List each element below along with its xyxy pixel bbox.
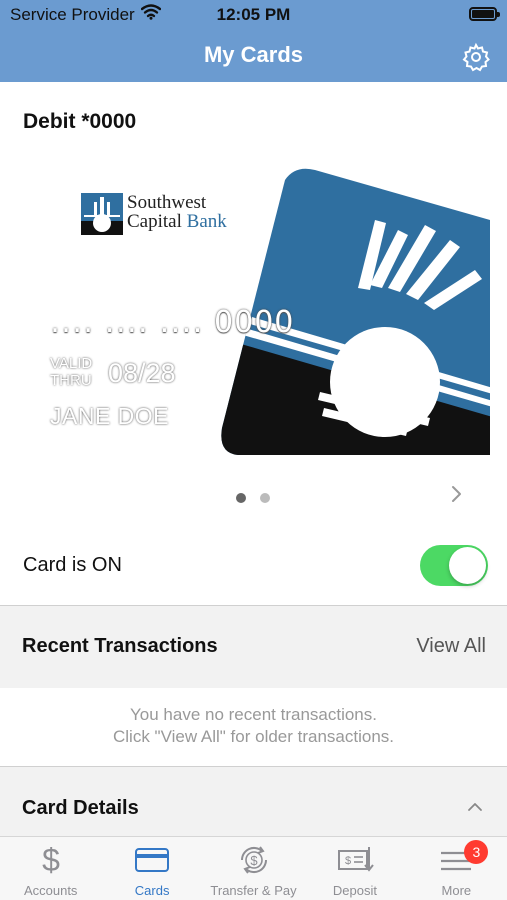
- toggle-knob: [449, 547, 486, 584]
- transfer-icon: $: [240, 846, 267, 874]
- chevron-right-icon[interactable]: [449, 484, 465, 504]
- status-bar: Service Provider 12:05 PM: [0, 0, 507, 30]
- card-number: ․․․․ ․․․․ ․․․․ 0000: [50, 305, 295, 340]
- card-holder-name: JANE DOE: [50, 403, 170, 429]
- tab-more[interactable]: 3 More: [406, 837, 507, 900]
- debit-card-image[interactable]: Southwest Capital Bank ․․․․ ․․․․ ․․․․ 00…: [40, 160, 490, 470]
- nav-bar: My Cards: [0, 30, 507, 82]
- card-status-label: Card is ON: [23, 554, 122, 576]
- dollar-icon: $: [42, 843, 60, 877]
- recent-transactions-title: Recent Transactions: [22, 635, 218, 657]
- card-details-title: Card Details: [22, 797, 139, 819]
- check-deposit-icon: $: [337, 847, 374, 872]
- valid-thru-label: VALID THRU: [50, 355, 93, 389]
- svg-text:$: $: [250, 853, 258, 868]
- view-all-link[interactable]: View All: [416, 635, 486, 658]
- chevron-up-icon[interactable]: [467, 801, 483, 813]
- page-dot-active[interactable]: [236, 493, 246, 503]
- page-dot[interactable]: [260, 493, 270, 503]
- card-expiry: 08/28: [108, 358, 176, 388]
- card-name: Debit *0000: [23, 110, 137, 133]
- gear-icon[interactable]: [461, 42, 491, 72]
- tab-accounts[interactable]: $ Accounts: [0, 837, 101, 900]
- svg-text:$: $: [345, 855, 351, 867]
- card-on-toggle[interactable]: [420, 545, 488, 586]
- notification-badge: 3: [464, 840, 489, 864]
- status-time: 12:05 PM: [216, 5, 291, 24]
- svg-text:$: $: [42, 843, 60, 877]
- tab-transfer-pay[interactable]: $ Transfer & Pay: [203, 837, 304, 900]
- tab-cards[interactable]: Cards: [101, 837, 202, 900]
- card-icon: [135, 848, 170, 872]
- battery-icon: [469, 7, 500, 21]
- page-title: My Cards: [203, 42, 304, 67]
- recent-transactions-header: Recent Transactions View All: [0, 605, 507, 688]
- card-details-header[interactable]: Card Details: [0, 766, 507, 836]
- tab-deposit[interactable]: $ Deposit: [304, 837, 405, 900]
- no-transactions-message: You have no recent transactions. Click "…: [112, 705, 395, 746]
- bank-name: Southwest Capital Bank: [127, 192, 227, 232]
- tab-bar: $ Accounts Cards $ Transfer & Pay $ Depo…: [0, 836, 507, 900]
- bank-logo-mark: [81, 193, 123, 235]
- card-page-indicator: [236, 490, 284, 508]
